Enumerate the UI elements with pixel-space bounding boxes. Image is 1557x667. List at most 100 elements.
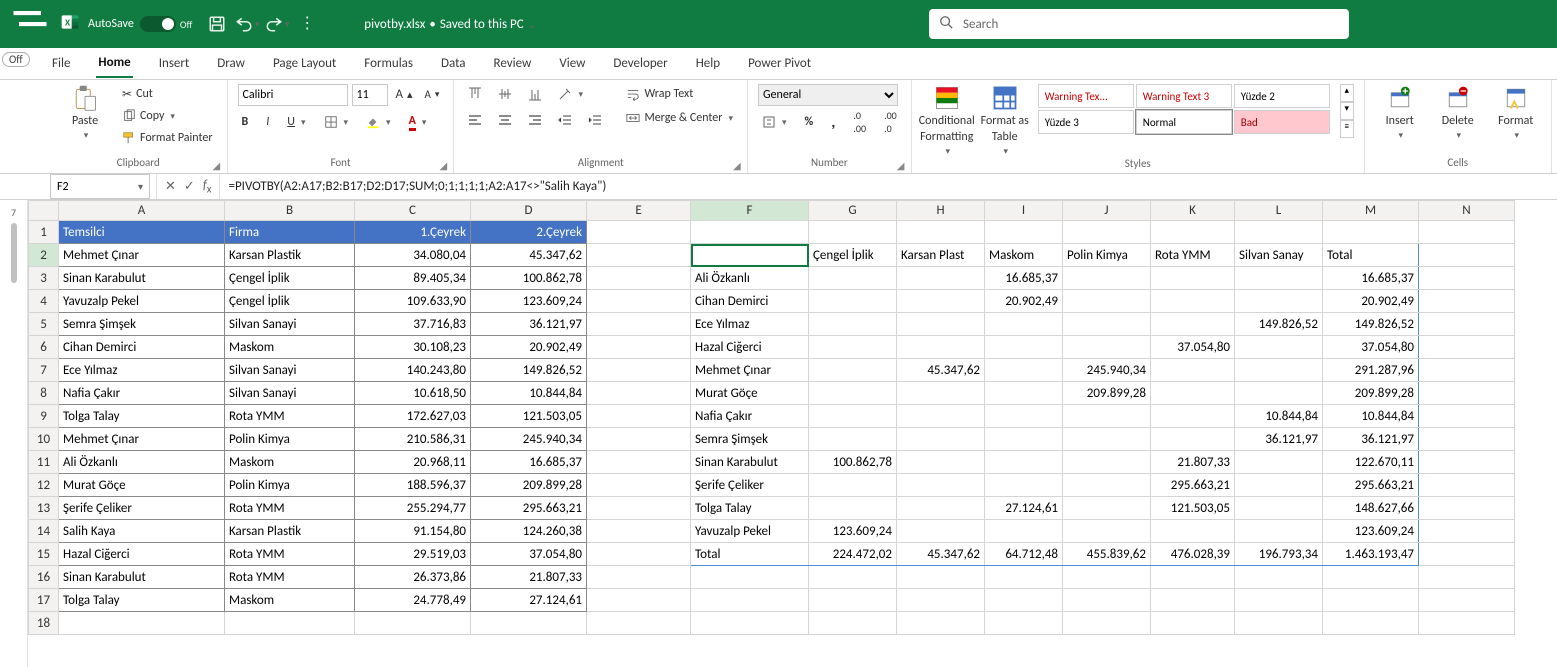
cell[interactable] xyxy=(587,612,691,635)
cell[interactable] xyxy=(985,359,1063,382)
dialog-launcher-icon[interactable]: ◢ xyxy=(897,159,909,171)
cell[interactable]: 36.121,97 xyxy=(471,313,587,336)
cell[interactable] xyxy=(1151,405,1235,428)
cell[interactable]: 100.862,78 xyxy=(809,451,897,474)
italic-button[interactable]: I xyxy=(262,112,273,132)
cell[interactable]: 122.670,11 xyxy=(1323,451,1419,474)
cut-button[interactable]: ✂Cut xyxy=(118,84,217,104)
cell[interactable] xyxy=(897,612,985,635)
cell[interactable]: 26.373,86 xyxy=(355,566,471,589)
cell[interactable] xyxy=(1235,359,1323,382)
cell[interactable]: 30.108,23 xyxy=(355,336,471,359)
align-right-icon[interactable] xyxy=(524,110,546,130)
format-as-table-button[interactable]: Format asTable xyxy=(980,84,1030,157)
save-icon[interactable] xyxy=(208,15,226,33)
formula-bar[interactable]: =PIVOTBY(A2:A17;B2:B17;D2:D17;SUM;0;1;1;… xyxy=(220,174,1557,199)
cell[interactable] xyxy=(1235,612,1323,635)
grow-font-icon[interactable]: A▴ xyxy=(392,84,417,104)
cell[interactable] xyxy=(897,474,985,497)
cell[interactable] xyxy=(985,566,1063,589)
cell[interactable]: 37.054,80 xyxy=(1151,336,1235,359)
cell[interactable] xyxy=(587,382,691,405)
cell[interactable] xyxy=(1235,221,1323,244)
cell[interactable] xyxy=(587,520,691,543)
cell[interactable] xyxy=(985,336,1063,359)
cell[interactable]: 91.154,80 xyxy=(355,520,471,543)
cell[interactable] xyxy=(1151,428,1235,451)
cell[interactable]: Silvan Sanayi xyxy=(225,313,355,336)
row-header[interactable]: 7 xyxy=(29,359,59,382)
cell[interactable]: 45.347,62 xyxy=(897,359,985,382)
cell[interactable]: 34.080,04 xyxy=(355,244,471,267)
row-header[interactable]: 5 xyxy=(29,313,59,336)
cell[interactable]: 196.793,34 xyxy=(1235,543,1323,566)
cell[interactable]: Ece Yılmaz xyxy=(691,313,809,336)
cell[interactable] xyxy=(587,589,691,612)
cell[interactable] xyxy=(1419,428,1515,451)
cell[interactable]: Cihan Demirci xyxy=(691,290,809,313)
cell[interactable]: 37.716,83 xyxy=(355,313,471,336)
row-header[interactable]: 15 xyxy=(29,543,59,566)
cell[interactable] xyxy=(1419,612,1515,635)
cell-styles-gallery[interactable]: Warning Tex...Warning Text 3Yüzde 2Yüzde… xyxy=(1038,84,1330,134)
cell[interactable]: 10.844,84 xyxy=(1323,405,1419,428)
cell[interactable]: Mehmet Çınar xyxy=(691,359,809,382)
cell[interactable] xyxy=(587,359,691,382)
row-header[interactable]: 13 xyxy=(29,497,59,520)
style-item[interactable]: Yüzde 2 xyxy=(1234,84,1330,108)
cell[interactable]: 45.347,62 xyxy=(897,543,985,566)
cell[interactable] xyxy=(1063,290,1151,313)
cell[interactable] xyxy=(1235,336,1323,359)
col-header[interactable]: L xyxy=(1235,201,1323,221)
cell[interactable] xyxy=(691,566,809,589)
cell[interactable] xyxy=(587,497,691,520)
cell[interactable] xyxy=(1235,497,1323,520)
cell[interactable]: 209.899,28 xyxy=(1063,382,1151,405)
cell[interactable]: Polin Kimya xyxy=(225,428,355,451)
insert-cells-button[interactable]: Insert xyxy=(1375,84,1425,141)
cell[interactable]: Nafia Çakır xyxy=(59,382,225,405)
cell[interactable]: 188.596,37 xyxy=(355,474,471,497)
cell[interactable] xyxy=(1063,520,1151,543)
cell[interactable]: Çengel İplik xyxy=(225,290,355,313)
cell[interactable] xyxy=(985,451,1063,474)
cell[interactable]: Şerife Çeliker xyxy=(59,497,225,520)
cell[interactable] xyxy=(985,405,1063,428)
cell[interactable] xyxy=(985,612,1063,635)
cell[interactable]: Tolga Talay xyxy=(691,497,809,520)
cell[interactable] xyxy=(1235,520,1323,543)
cell[interactable]: Hazal Ciğerci xyxy=(59,543,225,566)
cell[interactable] xyxy=(1063,267,1151,290)
cell[interactable]: 29.519,03 xyxy=(355,543,471,566)
cell[interactable] xyxy=(897,267,985,290)
cell[interactable] xyxy=(471,612,587,635)
font-name-combo[interactable] xyxy=(238,84,348,106)
cell[interactable] xyxy=(897,497,985,520)
cell[interactable] xyxy=(1419,382,1515,405)
row-header[interactable]: 4 xyxy=(29,290,59,313)
cell[interactable]: Karsan Plastik xyxy=(225,244,355,267)
cell[interactable]: Maskom xyxy=(225,451,355,474)
system-menu-icon[interactable] xyxy=(8,9,52,39)
cell[interactable] xyxy=(587,543,691,566)
cell[interactable] xyxy=(1419,566,1515,589)
cell[interactable]: 295.663,21 xyxy=(1151,474,1235,497)
style-item[interactable]: Normal xyxy=(1136,110,1232,134)
copy-button[interactable]: Copy xyxy=(118,106,217,126)
cell[interactable] xyxy=(1063,566,1151,589)
cell[interactable]: 255.294,77 xyxy=(355,497,471,520)
cell[interactable] xyxy=(809,589,897,612)
cell[interactable]: 209.899,28 xyxy=(471,474,587,497)
row-header[interactable]: 9 xyxy=(29,405,59,428)
cell[interactable] xyxy=(809,382,897,405)
cell[interactable] xyxy=(1235,451,1323,474)
cell[interactable] xyxy=(985,382,1063,405)
cell[interactable] xyxy=(809,290,897,313)
cell[interactable]: Salih Kaya xyxy=(59,520,225,543)
cell[interactable] xyxy=(1419,543,1515,566)
cell[interactable]: Maskom xyxy=(225,336,355,359)
cell[interactable] xyxy=(1151,382,1235,405)
cell[interactable] xyxy=(1419,497,1515,520)
cell[interactable] xyxy=(897,382,985,405)
cell[interactable] xyxy=(1419,221,1515,244)
